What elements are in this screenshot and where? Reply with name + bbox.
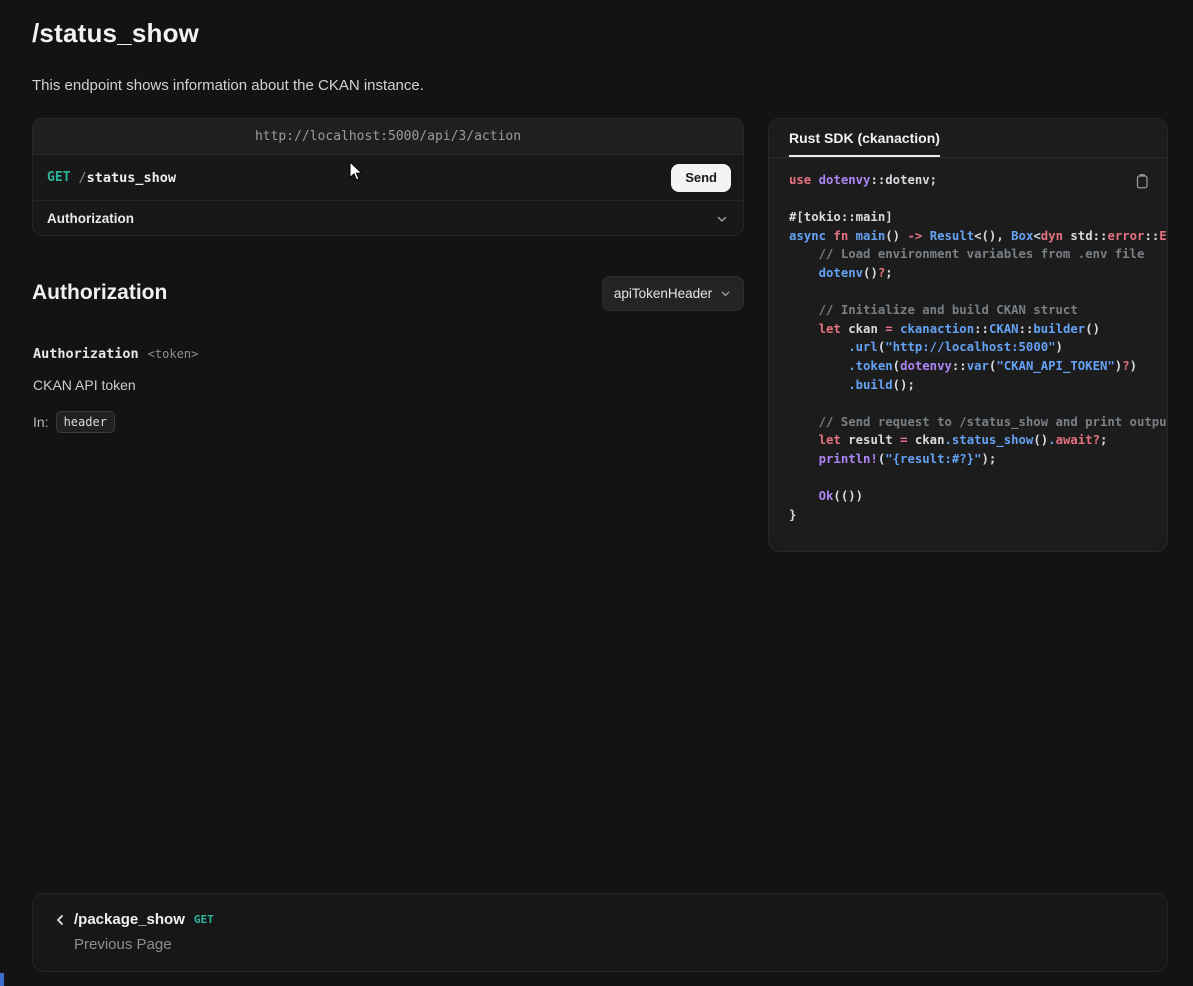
auth-in-row: In: header <box>33 411 115 433</box>
send-button[interactable]: Send <box>671 164 731 192</box>
previous-page-label: Previous Page <box>74 936 1147 953</box>
previous-page-path: /package_show <box>74 911 185 928</box>
base-url: http://localhost:5000/api/3/action <box>255 129 521 144</box>
request-row: GET /status_show Send <box>33 155 743 200</box>
clipboard-icon <box>1133 172 1151 190</box>
authorization-heading: Authorization <box>32 281 167 305</box>
page-title: /status_show <box>32 18 199 49</box>
auth-in-value-badge: header <box>56 411 115 433</box>
code-example-panel: Rust SDK (ckanaction) use dotenvy::doten… <box>768 118 1168 552</box>
auth-param-name: Authorization <box>33 346 139 362</box>
path-name: status_show <box>87 170 176 186</box>
previous-page-row: /package_show GET <box>53 911 1147 928</box>
auth-scheme-value: apiTokenHeader <box>614 286 712 301</box>
http-method-label: GET <box>47 170 70 185</box>
page-description: This endpoint shows information about th… <box>32 77 424 94</box>
previous-page-method: GET <box>194 913 214 926</box>
auth-param-row: Authorization <token> <box>33 346 198 362</box>
base-url-bar[interactable]: http://localhost:5000/api/3/action <box>33 119 743 155</box>
auth-in-label: In: <box>33 414 49 430</box>
previous-page-card[interactable]: /package_show GET Previous Page <box>32 893 1168 972</box>
auth-collapsible-row[interactable]: Authorization <box>33 200 743 236</box>
api-client-card: http://localhost:5000/api/3/action GET /… <box>32 118 744 236</box>
chevron-left-icon <box>53 913 67 927</box>
path-slash: / <box>78 170 86 186</box>
code-language-tab[interactable]: Rust SDK (ckanaction) <box>789 130 940 157</box>
request-path: /status_show <box>78 170 176 186</box>
auth-param-type: <token> <box>148 347 199 361</box>
code-block[interactable]: use dotenvy::dotenv; #[tokio::main]async… <box>769 158 1167 552</box>
auth-scheme-select[interactable]: apiTokenHeader <box>602 276 744 311</box>
auth-param-description: CKAN API token <box>33 377 136 393</box>
copy-button[interactable] <box>1131 171 1153 193</box>
chevron-down-icon <box>719 287 732 300</box>
auth-row-label: Authorization <box>47 211 134 226</box>
code-panel-header: Rust SDK (ckanaction) <box>769 119 1167 158</box>
scroll-indicator-nub <box>0 973 4 986</box>
chevron-down-icon <box>715 212 729 226</box>
